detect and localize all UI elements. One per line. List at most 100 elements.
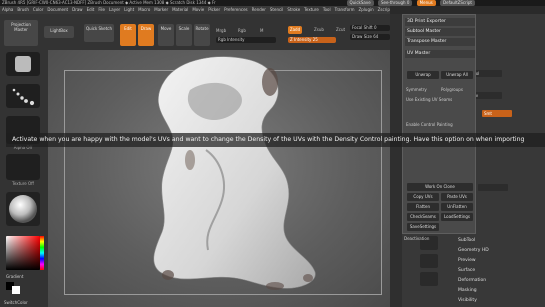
draw-button[interactable]: Draw <box>138 24 154 46</box>
menu-surface[interactable]: Surface <box>458 268 475 273</box>
scale-button[interactable]: Scale <box>176 24 192 46</box>
panel-slider[interactable] <box>478 184 508 191</box>
menu-bar: Alpha Brush Color Document Draw Edit File Layer… <box>0 6 390 14</box>
menu-light[interactable]: Light <box>124 7 134 12</box>
menu-visibility[interactable]: Visibility <box>458 298 477 303</box>
rgb-toggle[interactable]: Rgb <box>238 28 246 33</box>
default-script-button[interactable]: DefaultZScript <box>440 0 475 6</box>
color-picker[interactable] <box>6 236 40 270</box>
gradient-label: Gradient <box>6 274 24 279</box>
rotate-label: Rotate <box>195 26 209 31</box>
menu-movie[interactable]: Movie <box>192 7 204 12</box>
menu-alpha[interactable]: Alpha <box>2 7 13 12</box>
lightbox-label: LightBox <box>50 28 68 33</box>
menu-render[interactable]: Render <box>252 7 266 12</box>
plugin-transpose-master[interactable]: Transpose Master <box>405 38 475 46</box>
brush-thumbnail[interactable] <box>6 52 40 76</box>
menu-edit[interactable]: Edit <box>87 7 95 12</box>
rotate-button[interactable]: Rotate <box>194 24 210 46</box>
zadd-label: Zadd <box>289 27 301 32</box>
enable-control-painting-toggle[interactable]: Enable Control Painting <box>406 122 453 127</box>
unwrap-all-button[interactable]: Unwrap All <box>441 71 473 79</box>
menu-stencil[interactable]: Stencil <box>270 7 284 12</box>
focal-shift-label: Focal Shift 0 <box>352 25 377 30</box>
menus-toggle[interactable]: Menus <box>416 0 436 6</box>
edit-label: Edit <box>124 26 132 31</box>
rgb-intensity-slider[interactable]: Rgb Intensity <box>216 37 276 43</box>
use-existing-seams-toggle[interactable]: Use Existing UV Seams <box>406 97 452 102</box>
symmetry-toggle[interactable]: Symmetry <box>406 87 427 92</box>
menu-draw[interactable]: Draw <box>72 7 82 12</box>
projection-master-label: Projection Master <box>11 22 31 32</box>
menu-transform[interactable]: Transform <box>335 7 355 12</box>
unflatten-button[interactable]: UnFlatten <box>441 203 473 211</box>
menu-picker[interactable]: Picker <box>208 7 220 12</box>
sculpt-model-icon[interactable] <box>110 50 350 300</box>
move-label: Move <box>160 26 172 31</box>
save-settings-button[interactable]: SaveSettings <box>407 223 439 231</box>
plugin-subtool-master[interactable]: Subtool Master <box>405 28 475 36</box>
left-tray: Alpha Off Texture Off Gradient SwitchCol… <box>0 50 48 307</box>
menu-preview[interactable]: Preview <box>458 258 476 263</box>
menu-geometry-hd[interactable]: Geometry HD <box>458 248 489 253</box>
zadd-button[interactable]: Zadd <box>288 26 302 34</box>
texture-thumbnail[interactable]: Texture Off <box>6 154 40 186</box>
work-on-clone-button[interactable]: Work On Clone <box>407 183 473 191</box>
copy-uvs-button[interactable]: Copy UVs <box>407 193 439 201</box>
load-settings-button[interactable]: LoadSettings <box>441 213 473 221</box>
mrgb-toggle[interactable]: Mrgb <box>216 28 226 33</box>
material-thumbnail[interactable] <box>6 192 40 226</box>
menu-color[interactable]: Color <box>33 7 43 12</box>
menu-layer[interactable]: Layer <box>109 7 120 12</box>
menu-masking[interactable]: Masking <box>458 288 477 293</box>
deformation-icon[interactable] <box>420 272 438 286</box>
draw-label: Draw <box>140 26 152 31</box>
focal-shift-slider[interactable]: Focal Shift 0 <box>350 25 390 31</box>
brush-icon <box>15 56 31 72</box>
zplugin-palette: 3D Print Exporter Subtool Master Transpo… <box>402 14 476 234</box>
menu-brush[interactable]: Brush <box>17 7 29 12</box>
menu-document[interactable]: Document <box>47 7 68 12</box>
app-title: ZBrush 4R5 [GRIF-CW0-CN63-AC13-NDFF] ZBr… <box>2 0 216 5</box>
secondary-color-swatch[interactable] <box>12 286 20 294</box>
switch-color-button[interactable]: SwitchColor <box>4 300 28 305</box>
lightbox-button[interactable]: LightBox <box>44 26 74 38</box>
menu-file[interactable]: File <box>98 7 105 12</box>
plugin-3d-print-exporter[interactable]: 3D Print Exporter <box>405 18 475 26</box>
menu-preferences[interactable]: Preferences <box>224 7 248 12</box>
menu-zscript[interactable]: Zscript <box>378 7 390 12</box>
menu-deformation[interactable]: Deformation <box>458 278 486 283</box>
draw-size-slider[interactable]: Draw Size 64 <box>350 34 390 40</box>
material-sphere-icon <box>9 195 37 223</box>
stroke-thumbnail[interactable] <box>6 84 40 108</box>
scale-label: Scale <box>178 26 190 31</box>
hue-strip[interactable] <box>40 236 44 270</box>
projection-master-button[interactable]: Projection Master <box>4 20 38 46</box>
menu-marker[interactable]: Marker <box>154 7 168 12</box>
menu-texture[interactable]: Texture <box>304 7 319 12</box>
z-intensity-slider[interactable]: Z Intensity 25 <box>288 37 336 43</box>
m-toggle[interactable]: M <box>260 28 263 33</box>
zcut-toggle[interactable]: Zcut <box>336 27 345 32</box>
move-button[interactable]: Move <box>158 24 174 46</box>
smt-label: Smt <box>484 111 493 116</box>
menu-zplugin[interactable]: Zplugin <box>359 7 374 12</box>
smt-toggle[interactable]: Smt <box>482 110 512 117</box>
menu-material[interactable]: Material <box>172 7 188 12</box>
menu-macro[interactable]: Macro <box>138 7 150 12</box>
checkseams-button[interactable]: CheckSeams <box>407 213 439 221</box>
draw-size-label: Draw Size 64 <box>352 34 379 39</box>
paste-uvs-button[interactable]: Paste UVs <box>441 193 473 201</box>
menu-subtool[interactable]: SubTool <box>458 238 475 243</box>
menu-tool[interactable]: Tool <box>323 7 331 12</box>
edit-button[interactable]: Edit <box>120 24 136 46</box>
plugin-uv-master[interactable]: UV Master <box>405 50 475 58</box>
menu-stroke[interactable]: Stroke <box>287 7 300 12</box>
z-intensity-label: Z Intensity 25 <box>290 37 318 42</box>
quick-sketch-button[interactable]: Quick Sketch <box>84 24 114 42</box>
polygroups-toggle[interactable]: Polygroups <box>441 87 463 92</box>
zsub-toggle[interactable]: Zsub <box>314 27 324 32</box>
preview-icon[interactable] <box>420 254 438 268</box>
flatten-button[interactable]: Flatten <box>407 203 439 211</box>
unwrap-button[interactable]: Unwrap <box>407 71 439 79</box>
